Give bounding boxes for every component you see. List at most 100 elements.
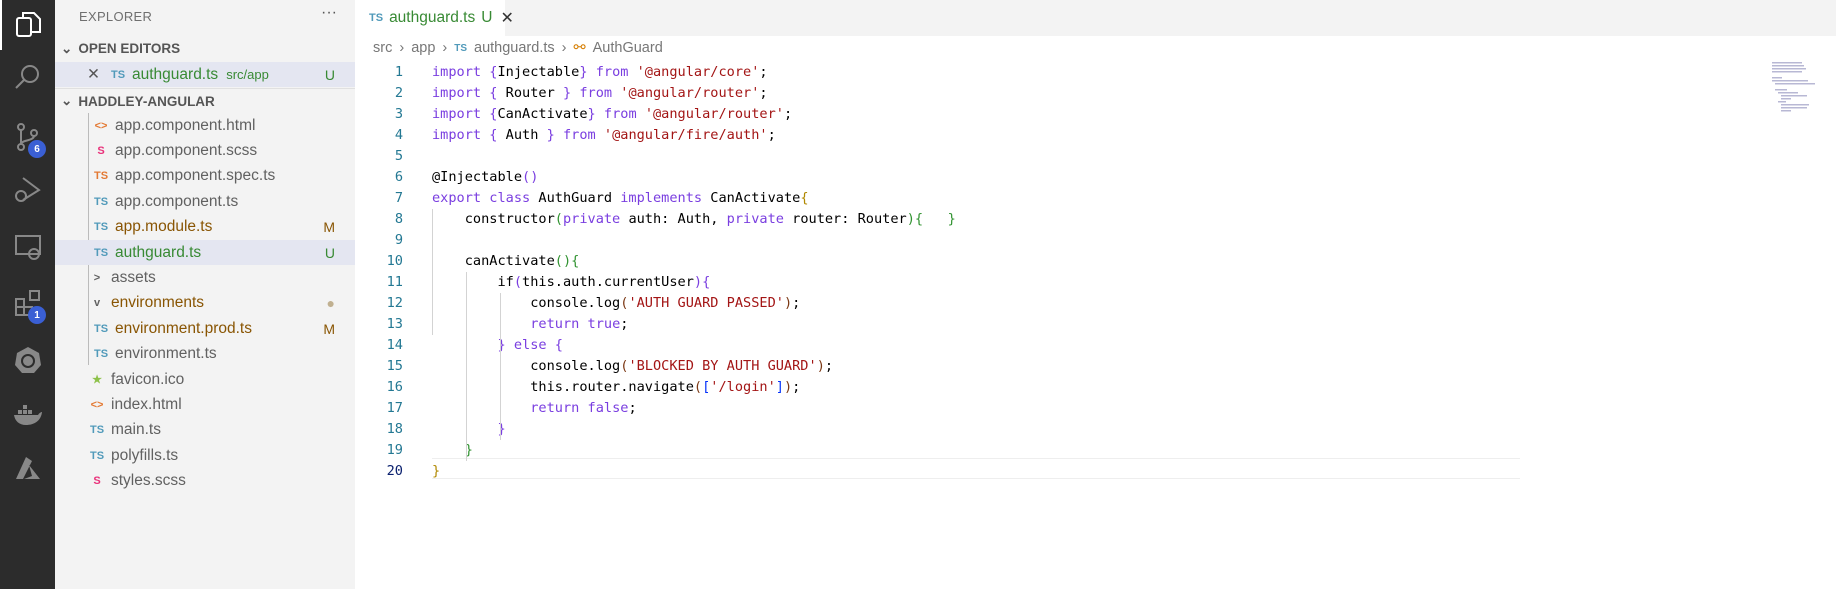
file-tree-item[interactable]: <> app.component.html <box>55 113 355 138</box>
code-token: AuthGuard <box>538 190 621 206</box>
file-path: src/app <box>226 67 269 82</box>
breadcrumb-item[interactable]: src <box>373 40 392 56</box>
line-number: 14 <box>386 337 403 353</box>
code-line[interactable]: constructor(private auth: Auth, private … <box>432 209 956 230</box>
code-line[interactable]: canActivate(){ <box>432 251 580 272</box>
section-label: OPEN EDITORS <box>78 41 181 56</box>
code-token: } <box>497 421 506 437</box>
file-type-icon: TS <box>93 195 109 208</box>
code-token: ] <box>775 379 784 395</box>
code-token: auth: Auth, <box>628 211 727 227</box>
close-icon[interactable]: ✕ <box>87 65 100 84</box>
docker-icon[interactable] <box>0 390 55 440</box>
file-name: index.html <box>111 395 182 413</box>
code-token: } <box>546 127 555 143</box>
code-line[interactable]: } else { <box>432 335 562 356</box>
code-token: ; <box>783 106 793 122</box>
file-name: styles.scss <box>111 472 186 490</box>
code-token: from <box>587 64 637 80</box>
code-token: } <box>587 106 596 122</box>
file-tree-item[interactable]: Sstyles.scss <box>55 469 355 494</box>
run-debug-icon[interactable] <box>0 165 55 215</box>
file-tree-item[interactable]: <> index.html <box>55 392 355 417</box>
code-line[interactable]: import { Router } from '@angular/router'… <box>432 83 768 104</box>
file-tree-item[interactable]: v environments ● <box>55 291 355 316</box>
line-number: 15 <box>386 358 403 374</box>
code-token: () <box>522 169 539 185</box>
breadcrumb-item[interactable]: authguard.ts <box>474 40 555 56</box>
code-token: router: Router <box>792 211 907 227</box>
file-tree-item[interactable]: TS app.component.ts <box>55 189 355 214</box>
file-type-icon: TS <box>93 322 109 335</box>
indent-guide <box>466 272 467 461</box>
tab-status: U <box>481 9 493 26</box>
code-token: { <box>914 211 924 227</box>
code-line[interactable]: this.router.navigate(['/login']); <box>432 377 800 398</box>
file-tree-item[interactable]: TS environment.ts <box>55 342 355 367</box>
code-line[interactable]: } <box>432 419 506 440</box>
file-name: app.module.ts <box>115 218 213 236</box>
explorer-icon[interactable] <box>0 0 55 50</box>
code-line[interactable]: } <box>432 461 440 482</box>
breadcrumb-item[interactable]: app <box>411 40 435 56</box>
code-line[interactable]: console.log('BLOCKED BY AUTH GUARD'); <box>432 356 833 377</box>
azure-icon[interactable] <box>0 443 55 493</box>
file-tree-item[interactable]: TS app.module.ts M <box>55 215 355 240</box>
file-tree-item[interactable]: > assets <box>55 265 355 290</box>
file-name: app.component.spec.ts <box>115 167 276 185</box>
file-tree-item[interactable]: TS app.component.spec.ts <box>55 164 355 189</box>
line-number: 12 <box>386 295 403 311</box>
code-line[interactable]: return false; <box>432 398 636 419</box>
typescript-icon: TS <box>454 42 468 54</box>
close-icon[interactable]: ✕ <box>500 8 513 28</box>
open-editor-item[interactable]: ✕ TS authguard.ts src/app U <box>55 62 355 87</box>
code-token: ; <box>792 295 801 311</box>
code-line[interactable]: @Injectable() <box>432 167 538 188</box>
file-tree-item[interactable]: Sapp.component.scss <box>55 138 355 163</box>
minimap[interactable] <box>1772 60 1822 120</box>
file-tree-item[interactable]: TS environment.prod.ts M <box>55 316 355 341</box>
tab-label: authguard.ts <box>389 9 476 26</box>
file-tree-item[interactable]: ★ favicon.ico <box>55 367 355 392</box>
extensions-icon[interactable]: 1 <box>0 278 55 328</box>
file-name: environments <box>111 294 205 312</box>
code-line[interactable]: if(this.auth.currentUser){ <box>432 272 710 293</box>
git-status: U <box>324 66 335 83</box>
more-actions-button[interactable]: ··· <box>321 4 337 22</box>
file-type-icon: > <box>93 271 101 284</box>
source-control-icon[interactable]: 6 <box>0 112 55 162</box>
file-tree-item[interactable]: TS main.ts <box>55 418 355 443</box>
project-header[interactable]: ⌄ HADDLEY-ANGULAR <box>55 88 355 113</box>
code-token: ( <box>693 379 703 395</box>
code-line[interactable]: import {CanActivate} from '@angular/rout… <box>432 104 792 125</box>
kubernetes-icon[interactable] <box>0 335 55 385</box>
remote-explorer-icon[interactable] <box>0 222 55 272</box>
search-icon[interactable] <box>0 52 55 102</box>
code-token: return <box>530 316 588 332</box>
file-name: environment.prod.ts <box>115 319 252 337</box>
code-line[interactable]: return true; <box>432 314 628 335</box>
class-icon: ⚯ <box>573 40 586 56</box>
code-token: this <box>522 274 555 290</box>
tab-authguard[interactable]: TS authguard.ts U ✕ <box>355 0 514 36</box>
code-token: '@angular/router' <box>644 106 784 122</box>
code-line[interactable]: console.log('AUTH GUARD PASSED'); <box>432 293 800 314</box>
code-line[interactable]: export class AuthGuard implements CanAct… <box>432 188 809 209</box>
code-token: 'AUTH GUARD PASSED' <box>628 295 784 311</box>
code-line[interactable]: import { Auth } from '@angular/fire/auth… <box>432 125 776 146</box>
code-token: ) <box>783 295 793 311</box>
line-number: 6 <box>394 169 403 185</box>
code-token: from <box>571 85 621 101</box>
open-editors-header[interactable]: ⌄ OPEN EDITORS <box>55 36 355 61</box>
file-tree-item[interactable]: TS authguard.ts U <box>55 240 355 265</box>
file-tree-item[interactable]: TS polyfills.ts <box>55 443 355 468</box>
indent-guide <box>500 356 501 440</box>
code-line[interactable]: import {Injectable} from '@angular/core'… <box>432 62 768 83</box>
code-token: true <box>587 316 621 332</box>
file-type-icon: TS <box>93 348 109 361</box>
line-number: 7 <box>394 190 403 206</box>
breadcrumb-item[interactable]: AuthGuard <box>593 40 663 56</box>
